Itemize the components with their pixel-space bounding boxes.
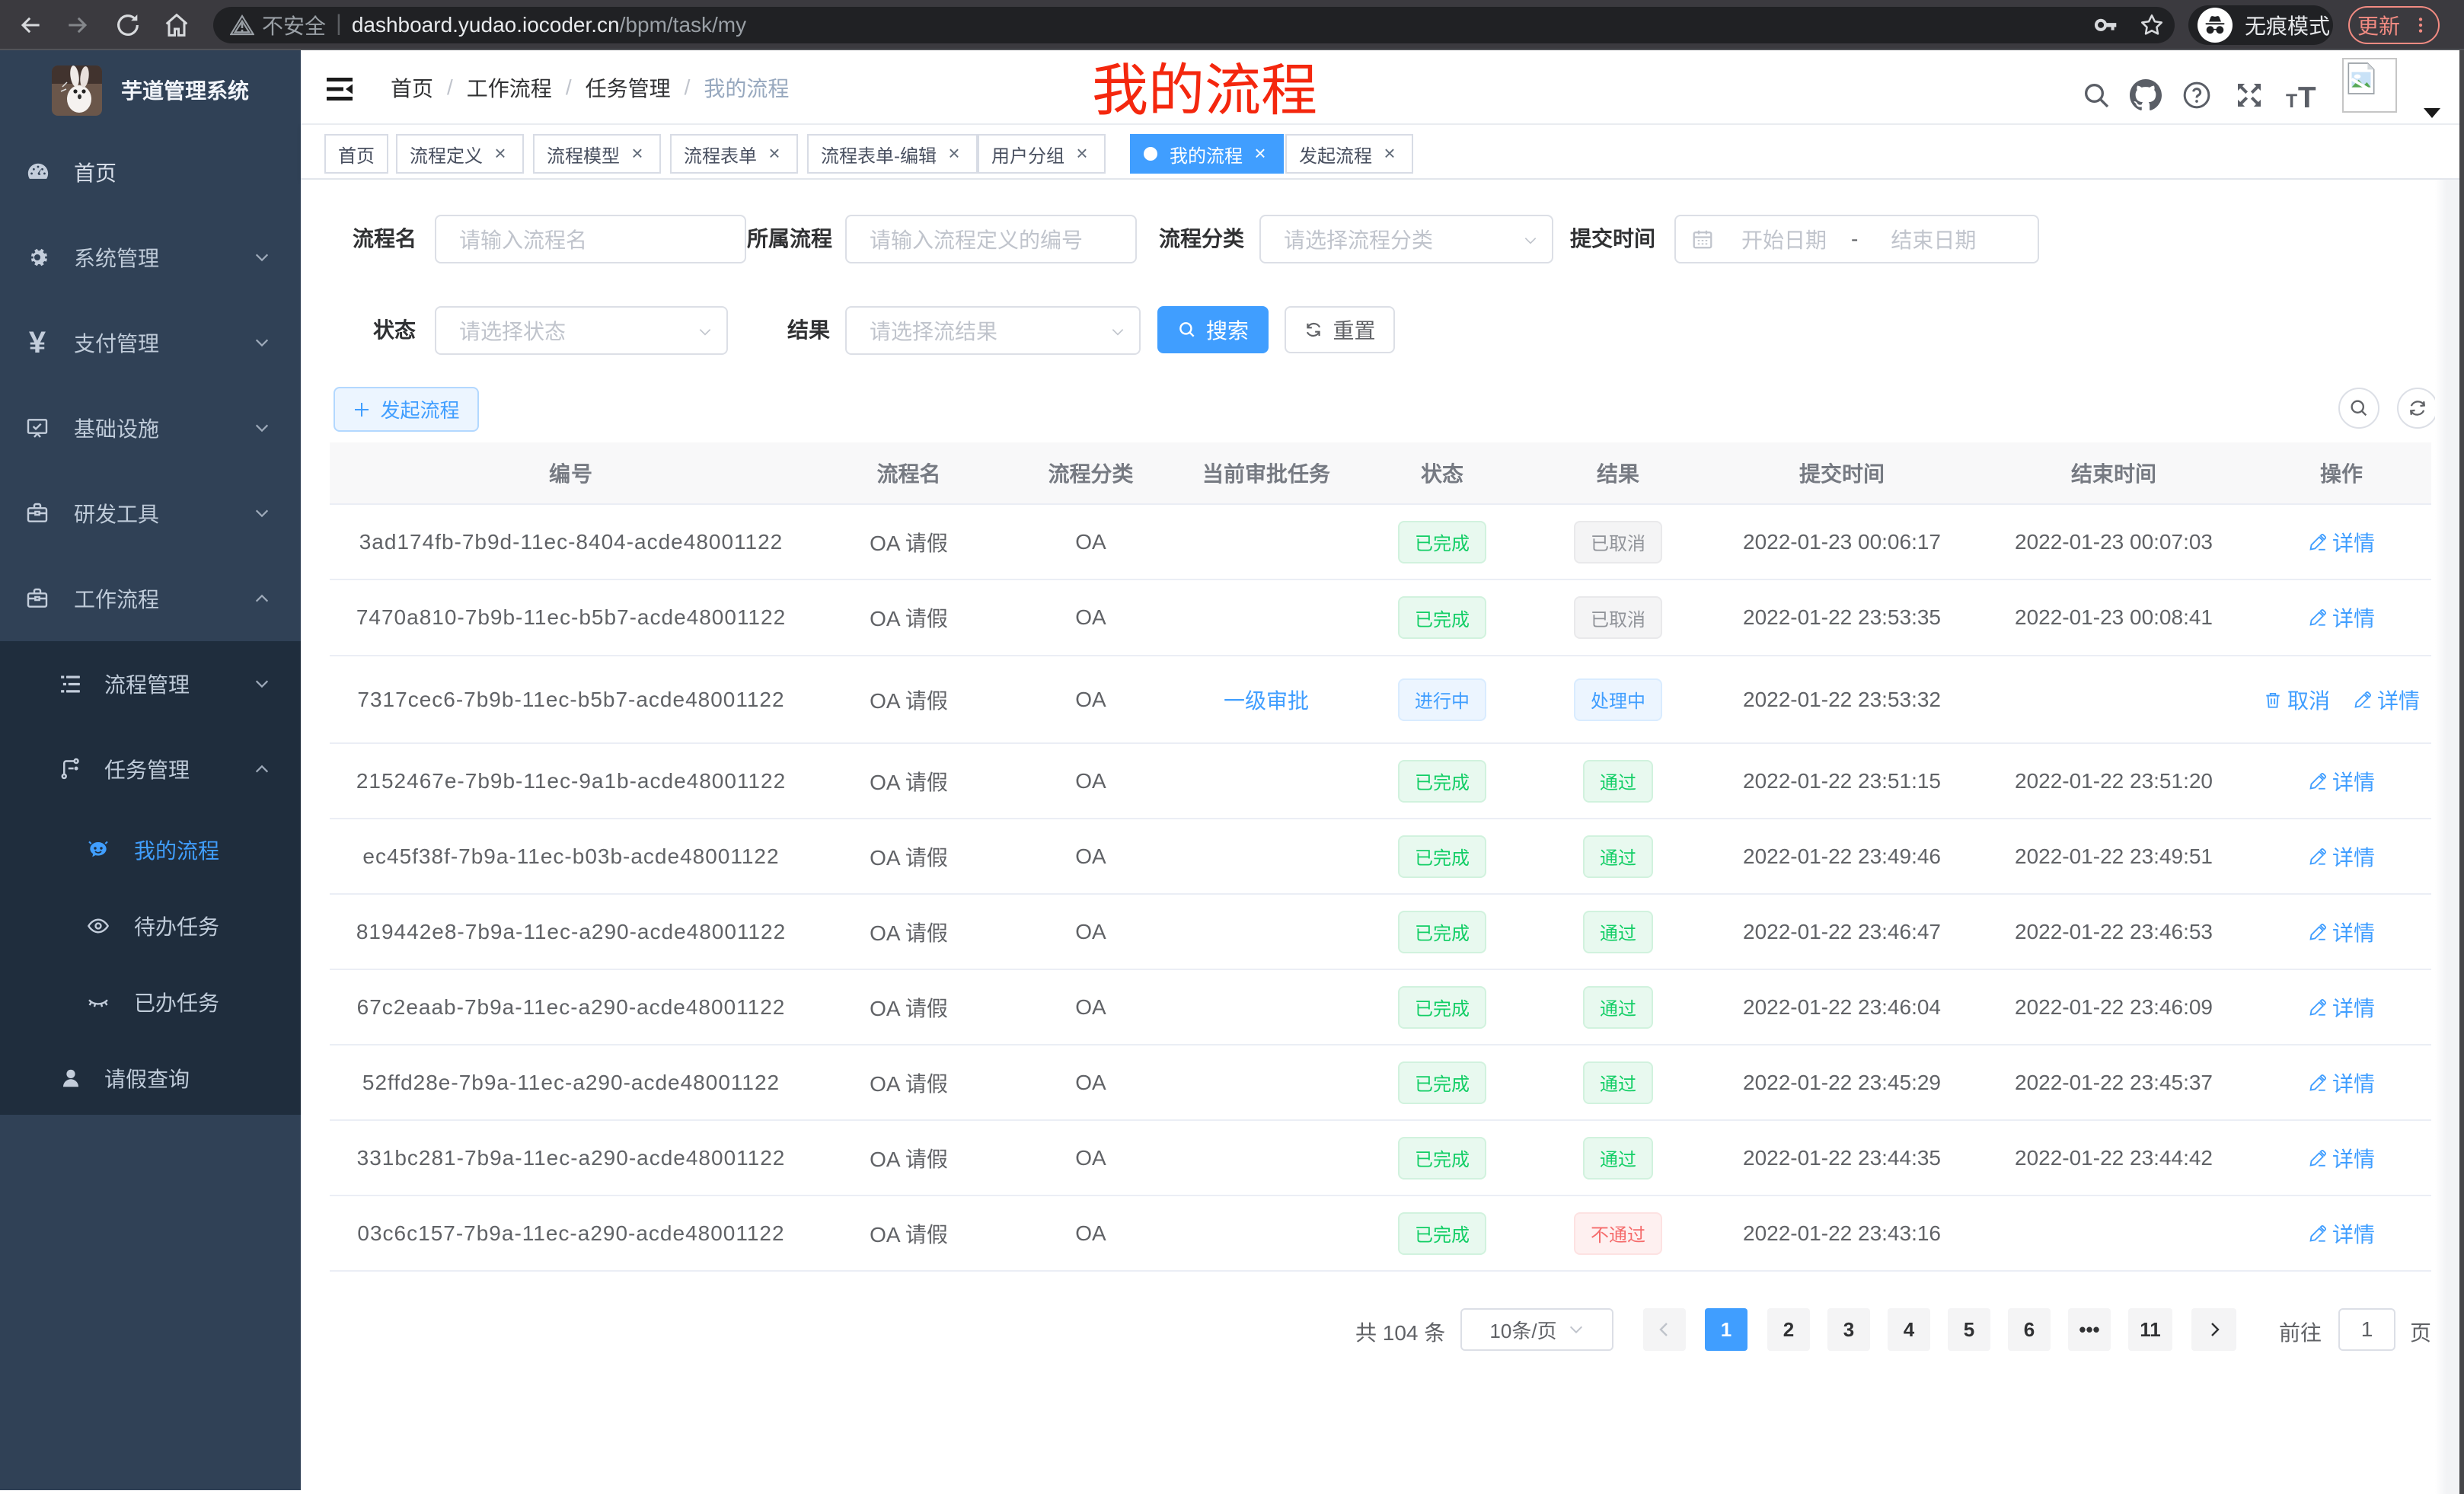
- svg-text:T: T: [2286, 91, 2297, 110]
- svg-text:T: T: [2298, 81, 2316, 110]
